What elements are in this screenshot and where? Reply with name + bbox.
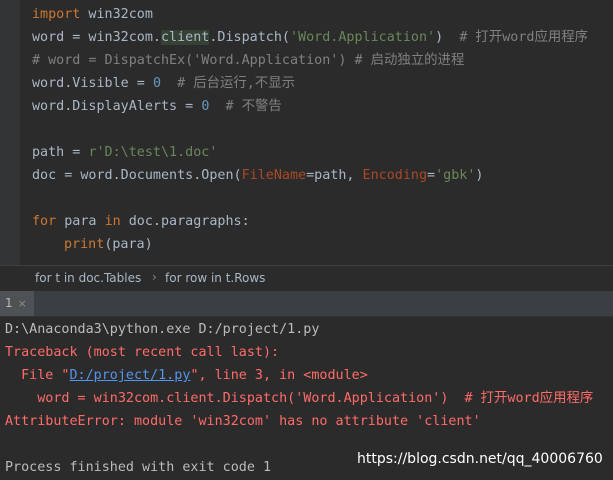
editor-gutter [0,0,20,265]
code-text: win32com [80,7,153,22]
code-text: =path, [306,168,363,183]
code-line-3[interactable]: # word = DispatchEx('Word.Application') … [32,49,464,72]
console-error-message: AttributeError: module 'win32com' has no… [5,414,481,429]
code-text: word.DisplayAlerts = [32,99,202,114]
run-tab[interactable]: 1 × [0,291,34,316]
breadcrumb-item-tables[interactable]: for t in doc.Tables [35,271,141,285]
code-comment: # 后台运行,不显示 [177,76,296,91]
code-comment: # 打开word应用程序 [459,30,589,45]
code-text: doc = word.Documents.Open( [32,168,242,183]
keyword-import: import [32,7,81,22]
named-parameter: FileName [241,168,307,183]
console-code-line: word = win32com.client.Dispatch('Word.Ap… [5,391,594,406]
code-text: word = win32com. [32,30,161,45]
console-exit-message: Process finished with exit code 1 [5,460,272,475]
console-file-line: File "D:/project/1.py", line 3, in <modu… [5,364,368,387]
console-traceback: Traceback (most recent call last): [5,345,280,360]
named-parameter: Encoding [362,168,428,183]
console-text: File " [5,368,70,383]
code-line-8[interactable]: doc = word.Documents.Open(FileName=path,… [32,164,483,187]
code-line-5[interactable]: word.DisplayAlerts = 0 # 不警告 [32,95,282,118]
chevron-right-icon: › [152,270,157,284]
code-line-1[interactable]: import win32com [32,3,153,26]
code-text: = [427,168,436,183]
string-literal: 'gbk' [435,168,476,183]
file-link[interactable]: D:/project/1.py [70,368,191,383]
code-line-2[interactable]: word = win32com.client.Dispatch('Word.Ap… [32,26,588,49]
highlighted-identifier: client [161,30,210,45]
code-text: ) [435,30,460,45]
code-comment: # 不警告 [225,99,282,114]
code-text: word.Visible = [32,76,153,91]
number-literal: 0 [152,76,161,91]
code-line-10[interactable]: for para in doc.paragraphs: [32,210,250,233]
run-tab-label: 1 [5,296,13,310]
code-text: .Dispatch( [209,30,290,45]
run-toolbar: 1 × [0,291,613,317]
code-line-11[interactable]: print(para) [64,233,153,256]
builtin-print: print [64,237,105,252]
code-editor[interactable]: import win32com word = win32com.client.D… [0,0,613,265]
console-command: D:\Anaconda3\python.exe D:/project/1.py [5,322,320,337]
watermark: https://blog.csdn.net/qq_40006760 [357,451,603,467]
code-line-4[interactable]: word.Visible = 0 # 后台运行,不显示 [32,72,295,95]
code-text: para [56,214,105,229]
code-text: ) [475,168,484,183]
console-text: ", line 3, in <module> [190,368,368,383]
code-comment: # word = DispatchEx('Word.Application') … [32,53,465,68]
code-text: (para) [104,237,153,252]
keyword-in: in [104,214,121,229]
breadcrumb-item-rows[interactable]: for row in t.Rows [165,271,265,285]
code-line-7[interactable]: path = r'D:\test\1.doc' [32,141,217,164]
keyword-for: for [32,214,57,229]
breadcrumb: for t in doc.Tables › for row in t.Rows [0,265,613,291]
close-icon[interactable]: × [18,297,27,310]
string-literal: 'Word.Application' [290,30,436,45]
code-text: doc.paragraphs: [120,214,250,229]
code-text: path = [32,145,89,160]
string-literal: r'D:\test\1.doc' [88,145,218,160]
